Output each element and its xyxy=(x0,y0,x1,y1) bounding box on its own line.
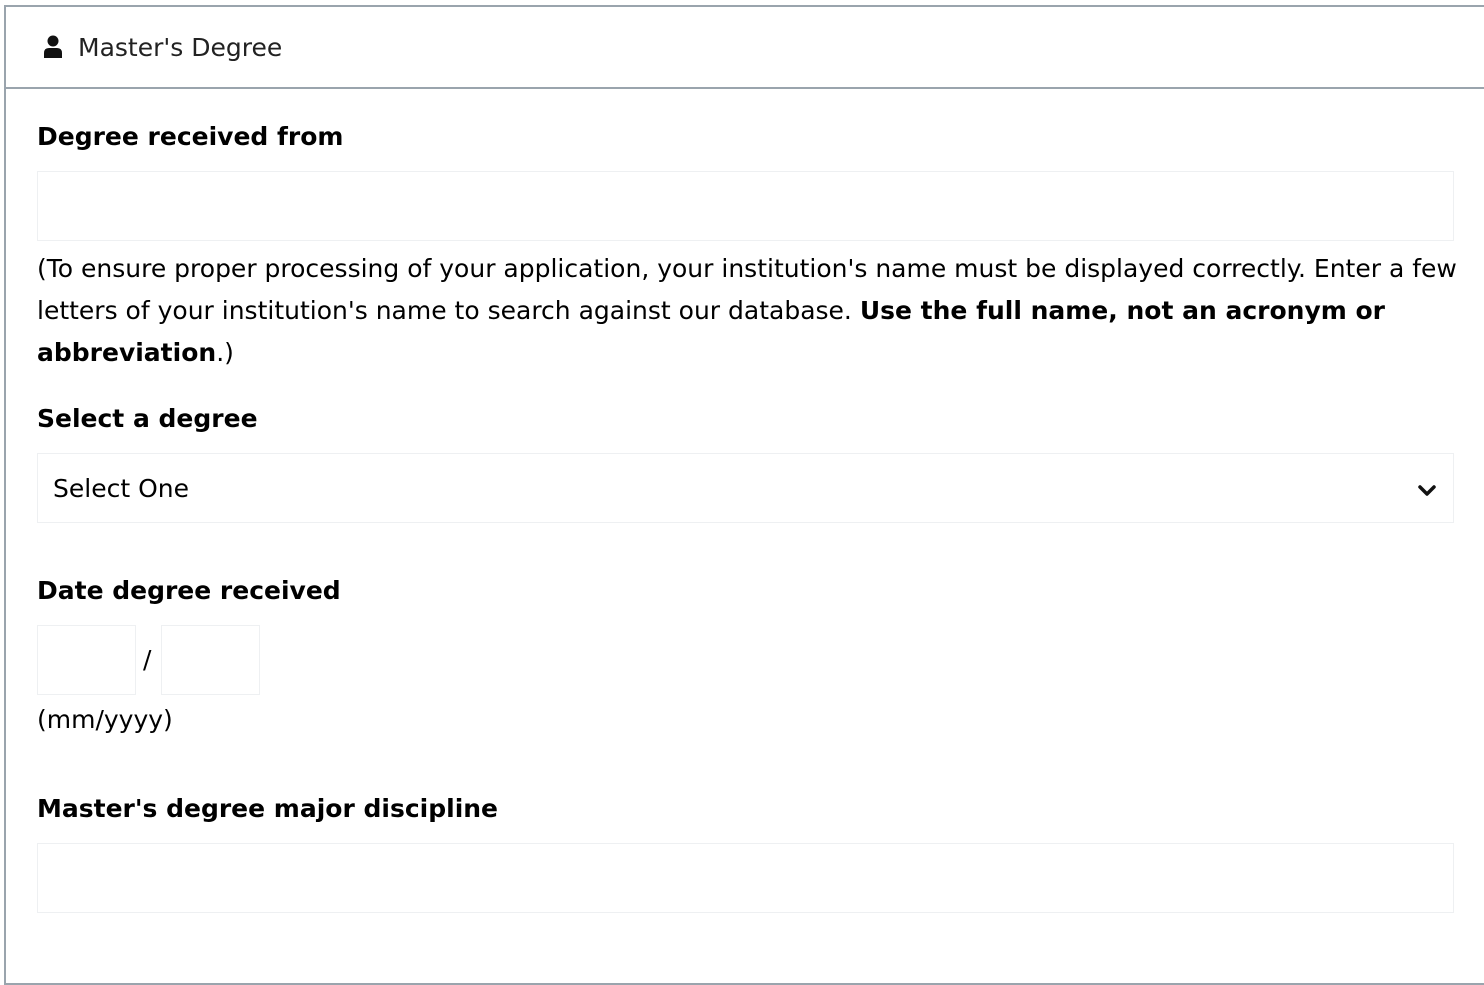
help-text-end: .) xyxy=(216,338,234,367)
institution-label: Degree received from xyxy=(37,122,344,151)
panel-title: Master's Degree xyxy=(78,32,283,62)
major-label: Master's degree major discipline xyxy=(37,794,499,823)
date-format-hint: (mm/yyyy) xyxy=(37,705,173,734)
major-input[interactable] xyxy=(37,843,1454,913)
masters-degree-panel: Master's Degree Degree received from (To… xyxy=(4,5,1484,985)
date-year-input[interactable] xyxy=(161,625,260,695)
degree-select[interactable]: Select One xyxy=(37,453,1454,523)
user-icon xyxy=(42,35,64,59)
chevron-down-icon xyxy=(1417,478,1437,498)
panel-header: Master's Degree xyxy=(6,7,1484,89)
date-separator: / xyxy=(143,645,152,674)
date-month-input[interactable] xyxy=(37,625,136,695)
degree-select-value: Select One xyxy=(53,473,189,503)
degree-label: Select a degree xyxy=(37,404,258,433)
date-label: Date degree received xyxy=(37,576,341,605)
institution-input[interactable] xyxy=(37,171,1454,241)
institution-help-text: (To ensure proper processing of your app… xyxy=(37,248,1457,374)
